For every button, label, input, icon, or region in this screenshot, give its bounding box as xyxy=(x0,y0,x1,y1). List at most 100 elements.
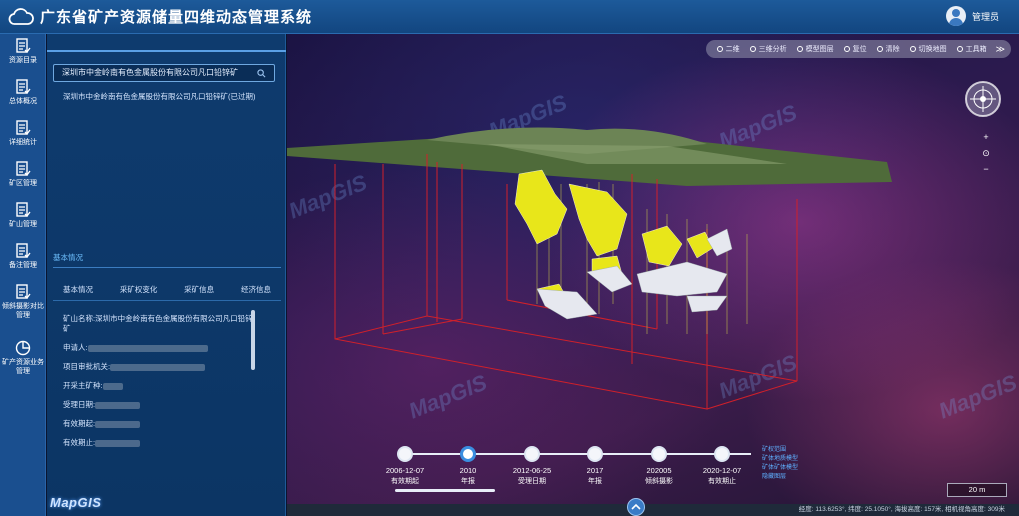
mapgis-logo: MapGIS xyxy=(50,495,102,510)
document-icon xyxy=(16,79,31,94)
tool-toolbox[interactable]: 工具箱 xyxy=(956,44,987,54)
zoom-out-button[interactable]: − xyxy=(979,164,993,174)
sidebar-item-overview[interactable]: 总体概况 xyxy=(0,75,46,116)
sidebar-item-label: 资源目录 xyxy=(9,57,37,64)
dot-icon xyxy=(876,46,883,52)
toolbar-more-icon[interactable]: ≫ xyxy=(996,44,1005,55)
redacted-value xyxy=(95,401,141,409)
info-main-mineral: 开采主矿种: xyxy=(63,381,263,391)
tab-basic[interactable]: 基本情况 xyxy=(63,284,93,295)
app-title: 广东省矿产资源储量四维动态管理系统 xyxy=(40,9,313,26)
timeline-node[interactable] xyxy=(397,446,413,462)
legend-item[interactable]: 矿体地质模型 xyxy=(762,455,798,464)
timeline-date: 2017 xyxy=(586,466,604,475)
timeline-label: 年报 xyxy=(461,478,475,485)
timeline-date: 2006-12-07 xyxy=(385,466,425,475)
redacted-value xyxy=(95,420,141,428)
section-title: 基本情况 xyxy=(53,253,83,262)
legend-item[interactable]: 隐藏图层 xyxy=(762,473,798,482)
cloud-logo-icon xyxy=(8,7,34,25)
sidebar-item-mine[interactable]: 矿山管理 xyxy=(0,198,46,239)
info-mine-name: 矿山名称:深圳市中金岭南有色金属股份有限公司凡口铅锌矿 xyxy=(63,314,253,333)
timeline: 2006-12-07 有效期起 2010 年报 2012-06-25 受理日期 … xyxy=(386,432,798,502)
search-value: 深圳市中金岭南有色金属股份有限公司凡口铅锌矿 xyxy=(62,68,238,77)
panel-divider xyxy=(47,50,286,52)
reset-view-button[interactable]: ⊙ xyxy=(979,148,993,159)
tool-clear[interactable]: 清除 xyxy=(876,44,900,54)
scale-bar: 20 m xyxy=(947,483,1007,497)
tab-mining-info[interactable]: 采矿信息 xyxy=(184,284,214,295)
document-icon xyxy=(16,202,31,217)
info-approval-org: 项目审批机关: xyxy=(63,362,263,372)
legend-item[interactable]: 矿体矿体模型 xyxy=(762,464,798,473)
layer-legend: 矿权范围 矿体地质模型 矿体矿体模型 隐藏图层 xyxy=(762,446,798,482)
search-icon[interactable] xyxy=(257,69,266,78)
timeline-node[interactable] xyxy=(714,446,730,462)
mine-info-panel: 深圳市中金岭南有色金属股份有限公司凡口铅锌矿 深圳市中金岭南有色金属股份有限公司… xyxy=(47,34,286,516)
document-icon xyxy=(16,243,31,258)
info-list: 矿山名称:深圳市中金岭南有色金属股份有限公司凡口铅锌矿 申请人: 项目审批机关:… xyxy=(63,314,263,457)
user-name: 管理员 xyxy=(971,11,999,22)
info-accept-date: 受理日期: xyxy=(63,400,263,410)
timeline-track xyxy=(399,453,751,455)
app-root: 广东省矿产资源储量四维动态管理系统 管理员 资源目录 总体概况 详细统计 矿区管… xyxy=(0,0,1019,516)
tool-2d[interactable]: 二维 xyxy=(716,44,740,54)
sidebar-item-mining-area[interactable]: 矿区管理 xyxy=(0,157,46,198)
sidebar-item-label: 矿产资源业务管理 xyxy=(2,359,44,375)
sidebar-nav: 资源目录 总体概况 详细统计 矿区管理 矿山管理 备注管理 倾斜摄影对比管理 矿… xyxy=(0,34,46,516)
dot-icon xyxy=(749,46,756,52)
zoom-in-button[interactable]: + xyxy=(979,132,993,142)
sidebar-item-business[interactable]: 矿产资源业务管理 xyxy=(0,336,46,392)
timeline-label: 倾斜摄影 xyxy=(645,478,673,485)
dot-icon xyxy=(796,46,803,52)
sidebar-item-notes[interactable]: 备注管理 xyxy=(0,239,46,280)
timeline-date: 202005 xyxy=(646,466,672,475)
info-applicant: 申请人: xyxy=(63,343,263,353)
tool-model-layer[interactable]: 模型图层 xyxy=(796,44,834,54)
timeline-label: 年报 xyxy=(588,478,602,485)
search-result-item[interactable]: 深圳市中金岭南有色金属股份有限公司凡口铅锌矿(已过期) xyxy=(63,91,256,102)
timeline-node[interactable] xyxy=(651,446,667,462)
sidebar-item-label: 备注管理 xyxy=(9,262,37,269)
tool-switch-map[interactable]: 切换地图 xyxy=(909,44,947,54)
timeline-date: 2010 xyxy=(459,466,477,475)
timeline-progress-bar[interactable] xyxy=(395,489,495,492)
chevron-up-icon xyxy=(631,503,641,510)
pie-chart-icon xyxy=(15,340,31,356)
dot-icon xyxy=(843,46,850,52)
compass-control[interactable] xyxy=(965,81,1001,117)
tool-3d-analysis[interactable]: 三维分析 xyxy=(749,44,787,54)
timeline-node[interactable] xyxy=(524,446,540,462)
sidebar-item-label: 矿山管理 xyxy=(9,221,37,228)
info-valid-end: 有效期止: xyxy=(63,438,263,448)
timeline-node-active[interactable] xyxy=(460,446,476,462)
timeline-date: 2012-06-25 xyxy=(512,466,552,475)
sidebar-item-oblique-photo[interactable]: 倾斜摄影对比管理 xyxy=(0,280,46,336)
collapse-button[interactable] xyxy=(627,498,645,516)
legend-item[interactable]: 矿权范围 xyxy=(762,446,798,455)
map-toolbar: 二维 三维分析 模型图层 复位 清除 切换地图 工具箱 ≫ xyxy=(705,40,1011,58)
tab-economic-info[interactable]: 经济信息 xyxy=(241,284,271,295)
redacted-value xyxy=(95,439,141,447)
sidebar-item-resource-catalog[interactable]: 资源目录 xyxy=(0,34,46,75)
redacted-value xyxy=(110,363,206,371)
info-tabs: 基本情况 采矿权变化 采矿信息 经济信息 xyxy=(53,284,281,295)
timeline-label: 有效期起 xyxy=(391,478,419,485)
timeline-node[interactable] xyxy=(587,446,603,462)
search-input[interactable]: 深圳市中金岭南有色金属股份有限公司凡口铅锌矿 xyxy=(53,64,275,82)
sidebar-item-statistics[interactable]: 详细统计 xyxy=(0,116,46,157)
user-menu[interactable]: 管理员 xyxy=(945,6,999,26)
redacted-value xyxy=(87,344,208,352)
tab-right-change[interactable]: 采矿权变化 xyxy=(120,284,158,295)
avatar-icon xyxy=(945,6,966,26)
timeline-label: 受理日期 xyxy=(518,478,546,485)
document-icon xyxy=(16,161,31,176)
tabs-divider xyxy=(53,300,281,301)
sidebar-item-label: 矿区管理 xyxy=(9,180,37,187)
info-scrollbar[interactable] xyxy=(251,310,255,370)
tool-reset[interactable]: 复位 xyxy=(843,44,867,54)
document-icon xyxy=(16,284,31,299)
sidebar-item-label: 总体概况 xyxy=(9,98,37,105)
status-bar: 经度: 113.6253°, 纬度: 25.1050°, 海拔高度: 157米,… xyxy=(287,504,1019,516)
dot-icon xyxy=(909,46,916,52)
